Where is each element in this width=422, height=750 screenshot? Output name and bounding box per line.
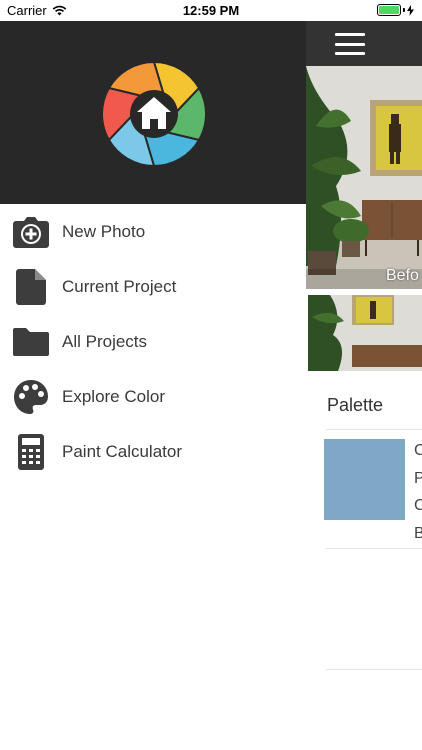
swatch-details: C P C B [414, 437, 422, 547]
palette-icon [12, 378, 50, 416]
battery-fill [379, 6, 399, 14]
menu-item-paint-calculator[interactable]: Paint Calculator [0, 424, 306, 479]
camera-aperture-house-icon [101, 61, 207, 167]
calculator-icon [12, 433, 50, 471]
menu-item-label: Explore Color [62, 386, 165, 406]
project-before-image[interactable]: Befo [306, 66, 422, 289]
menu-item-explore-color[interactable]: Explore Color [0, 369, 306, 424]
color-swatch[interactable] [324, 439, 405, 520]
status-time: 12:59 PM [182, 3, 240, 18]
menu-item-new-photo[interactable]: New Photo [0, 204, 306, 259]
battery-indicator [377, 4, 414, 16]
room-thumbnail [308, 295, 422, 371]
menu-item-label: New Photo [62, 221, 146, 241]
charging-bolt-icon [407, 4, 414, 16]
menu-item-label: Current Project [62, 276, 177, 296]
main-content: Befo Palette C P C B [306, 21, 422, 750]
menu-item-all-projects[interactable]: All Projects [0, 314, 306, 369]
app-screen: Carrier 12:59 PM Befo Palette C P C B Ne… [0, 0, 422, 750]
navigation-drawer: New Photo Current Project All Projects E… [0, 21, 306, 750]
drawer-header [0, 21, 306, 204]
palette-title: Palette [327, 395, 384, 415]
camera-add-icon [12, 213, 50, 251]
room-photo [306, 66, 422, 289]
battery-tip [403, 8, 405, 12]
palette-row[interactable]: C P C B [306, 430, 422, 548]
menu-item-label: Paint Calculator [62, 441, 183, 461]
before-label: Befo [386, 267, 419, 284]
menu-item-label: All Projects [62, 331, 148, 351]
project-thumbnail[interactable] [308, 295, 422, 371]
swatch-line: B [414, 524, 422, 542]
drawer-menu: New Photo Current Project All Projects E… [0, 204, 306, 479]
battery-icon [377, 4, 401, 16]
swatch-line: C [414, 497, 422, 514]
palette-divider [326, 548, 422, 549]
swatch-line: C [414, 442, 422, 459]
document-icon [12, 268, 50, 306]
main-toolbar [306, 21, 422, 66]
swatch-line: P [414, 469, 422, 487]
status-bar: Carrier 12:59 PM [0, 0, 422, 21]
hamburger-menu-icon[interactable] [335, 33, 365, 55]
menu-item-current-project[interactable]: Current Project [0, 259, 306, 314]
palette-divider [326, 669, 422, 670]
folder-icon [12, 323, 50, 361]
